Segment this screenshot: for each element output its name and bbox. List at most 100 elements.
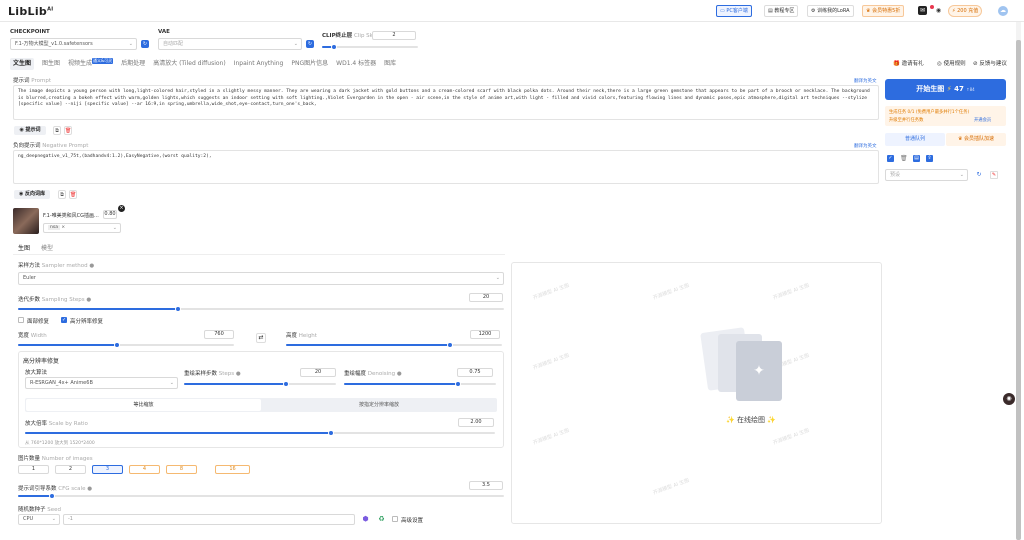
negative-prompt-textarea[interactable]: ng_deepnegative_v1_75t,(badhandv4:1.2),E… xyxy=(13,150,879,184)
translate-prompt-link[interactable]: 翻译为英文 xyxy=(854,78,877,84)
liblib-logo[interactable]: LibLibAI xyxy=(8,5,53,18)
train-lora-button[interactable]: ⚙ 训练我的LoRA xyxy=(807,5,854,17)
hires-fix-checkbox[interactable] xyxy=(61,317,67,323)
checkbox-icon[interactable]: ✓ xyxy=(887,155,894,162)
advanced-settings-checkbox[interactable] xyxy=(392,516,398,522)
scale-mode-ratio[interactable]: 等比缩放 xyxy=(26,399,261,411)
queue-info: 生成任务 0/1 (免费用户最多并行1个任务) xyxy=(889,110,970,115)
swap-dimensions-icon[interactable]: ⇄ xyxy=(256,333,266,343)
scale-slider[interactable] xyxy=(25,430,495,436)
subtab-model[interactable]: 模型 xyxy=(41,243,53,252)
vae-select[interactable]: 自动匹配 ⌄ xyxy=(158,38,302,50)
recycle-icon[interactable]: ♻ xyxy=(377,515,386,524)
denoise-input[interactable]: 0.75 xyxy=(457,368,493,377)
close-icon[interactable]: × xyxy=(118,205,125,212)
watermark: 开源模型 AI 生图 xyxy=(772,282,811,302)
batch-option-1[interactable]: 1 xyxy=(18,465,49,474)
watermark: 开源模型 AI 生图 xyxy=(652,282,691,302)
cfg-input[interactable]: 3.5 xyxy=(469,481,503,490)
tab-2[interactable]: 视频生成通义&可灵 xyxy=(68,58,114,70)
tab-5[interactable]: Inpaint Anything xyxy=(234,58,284,70)
clip-skip-input[interactable]: 2 xyxy=(372,31,416,40)
scale-mode-resolution[interactable]: 按指定分辨率缩放 xyxy=(262,399,496,411)
normal-queue-tab[interactable]: 普通队列 xyxy=(885,133,945,146)
tab-label: 图生图 xyxy=(42,60,61,67)
lora-weight-input[interactable]: 0.80 xyxy=(103,210,117,219)
tab-3[interactable]: 后期处理 xyxy=(121,58,145,70)
batch-option-8[interactable]: 8 xyxy=(166,465,197,474)
seed-input[interactable]: -1 xyxy=(63,514,355,525)
batch-option-16[interactable]: 16 xyxy=(215,465,250,474)
rules-link[interactable]: ◎ 使用规则 xyxy=(937,59,966,67)
save-icon[interactable]: ▤ xyxy=(913,155,920,162)
tab-6[interactable]: PNG图片信息 xyxy=(291,58,328,70)
lora-trigger-select[interactable]: nsa × ⌄ xyxy=(43,223,121,233)
upload-icon[interactable]: ⇪ xyxy=(926,155,933,162)
pc-client-button[interactable]: ▭ PC客户端 xyxy=(716,5,752,17)
vip-button[interactable]: ♛ 会员特惠5折 xyxy=(862,5,905,17)
clip-skip-slider[interactable] xyxy=(322,44,418,50)
scrollbar-thumb[interactable] xyxy=(1016,40,1021,540)
tab-label: 图库 xyxy=(384,60,397,67)
avatar[interactable]: ☁ xyxy=(998,6,1008,16)
translate-negative-link[interactable]: 翻译为英文 xyxy=(854,143,877,149)
batch-option-3[interactable]: 3 xyxy=(92,465,123,474)
tab-8[interactable]: 图库 xyxy=(384,58,396,70)
refresh-icon[interactable]: ↻ xyxy=(141,40,149,48)
tab-bar: 文生图 图生图 视频生成通义&可灵 后期处理 高清放大 (Tiled diffusion… xyxy=(10,58,404,70)
chevron-down-icon: ⌄ xyxy=(112,225,117,231)
sampler-select[interactable]: Euler ⌄ xyxy=(18,272,504,285)
batch-option-2[interactable]: 2 xyxy=(55,465,86,474)
bell-icon[interactable]: ◉ xyxy=(934,6,943,15)
tab-4[interactable]: 高清放大 (Tiled diffusion) xyxy=(153,58,226,70)
output-canvas: 开源模型 AI 生图 开源模型 AI 生图 开源模型 AI 生图 开源模型 AI… xyxy=(511,262,882,524)
face-fix-checkbox[interactable] xyxy=(18,317,24,323)
seed-device-select[interactable]: CPU ⌄ xyxy=(18,514,60,525)
upgrade-link[interactable]: 开通会员 xyxy=(974,117,991,123)
feedback-link[interactable]: ⊘ 反馈与建议 xyxy=(973,59,1007,67)
tutorial-button[interactable]: ▤ 教程专区 xyxy=(764,5,799,17)
upscaler-select[interactable]: R-ESRGAN_4x+ Anime6B ⌄ xyxy=(25,377,178,389)
width-slider[interactable] xyxy=(18,342,234,348)
points-button[interactable]: ⚡ 200 充值 xyxy=(948,5,983,17)
vip-queue-tab[interactable]: ♛ 会员插队加速 xyxy=(946,133,1006,146)
denoise-slider[interactable] xyxy=(344,381,496,387)
chevron-down-icon: ⌄ xyxy=(128,41,133,47)
negative-library-button[interactable]: ◉ 反向词库 xyxy=(14,190,50,199)
checkpoint-select[interactable]: F.1-万物大模型_v1.0.safetensors ⌄ xyxy=(10,38,137,50)
divider xyxy=(13,254,505,255)
message-icon[interactable]: ✉ xyxy=(918,6,927,15)
hires-steps-slider[interactable] xyxy=(184,381,336,387)
page-scrollbar[interactable] xyxy=(1016,22,1021,540)
copy-icon[interactable]: ⧉ xyxy=(53,126,61,135)
subtab-generate[interactable]: 生图 xyxy=(18,243,30,252)
batch-option-4[interactable]: 4 xyxy=(129,465,160,474)
dice-icon[interactable]: ⬢ xyxy=(361,515,370,524)
prompt-textarea[interactable]: The image depicts a young person with lo… xyxy=(13,85,879,120)
invite-link[interactable]: 🎁 邀请有礼 xyxy=(893,59,924,67)
floating-helper-avatar[interactable]: ◉ xyxy=(1003,393,1015,405)
tab-7[interactable]: WD1.4 标签器 xyxy=(336,58,376,70)
edit-icon[interactable]: ✎ xyxy=(990,171,998,179)
copy-icon[interactable]: ⧉ xyxy=(58,190,66,199)
width-input[interactable]: 760 xyxy=(204,330,234,339)
prompt-library-button[interactable]: ◉ 提示词 xyxy=(14,126,46,135)
scale-input[interactable]: 2.00 xyxy=(458,418,494,427)
steps-input[interactable]: 20 xyxy=(469,293,503,302)
batch-label: 图片数量 Number of images xyxy=(18,456,93,462)
trash-icon[interactable]: 🗑 xyxy=(69,190,77,199)
trash-icon[interactable]: 🗑 xyxy=(900,155,908,162)
tab-0[interactable]: 文生图 xyxy=(10,58,35,70)
trash-icon[interactable]: 🗑 xyxy=(64,126,72,135)
generate-button[interactable]: 开始生图 ⚡ 47 ↑84 xyxy=(885,79,1006,100)
height-slider[interactable] xyxy=(286,342,502,348)
refresh-icon[interactable]: ↻ xyxy=(975,171,983,179)
cfg-slider[interactable] xyxy=(18,493,504,499)
hires-steps-input[interactable]: 20 xyxy=(300,368,336,377)
preset-select[interactable]: 预设 ⌄ xyxy=(885,169,968,181)
height-input[interactable]: 1200 xyxy=(470,330,500,339)
clip-label: CLIP终止层 Clip Skip xyxy=(322,33,378,39)
refresh-icon[interactable]: ↻ xyxy=(306,40,314,48)
steps-slider[interactable] xyxy=(18,306,504,312)
tab-1[interactable]: 图生图 xyxy=(42,58,60,70)
